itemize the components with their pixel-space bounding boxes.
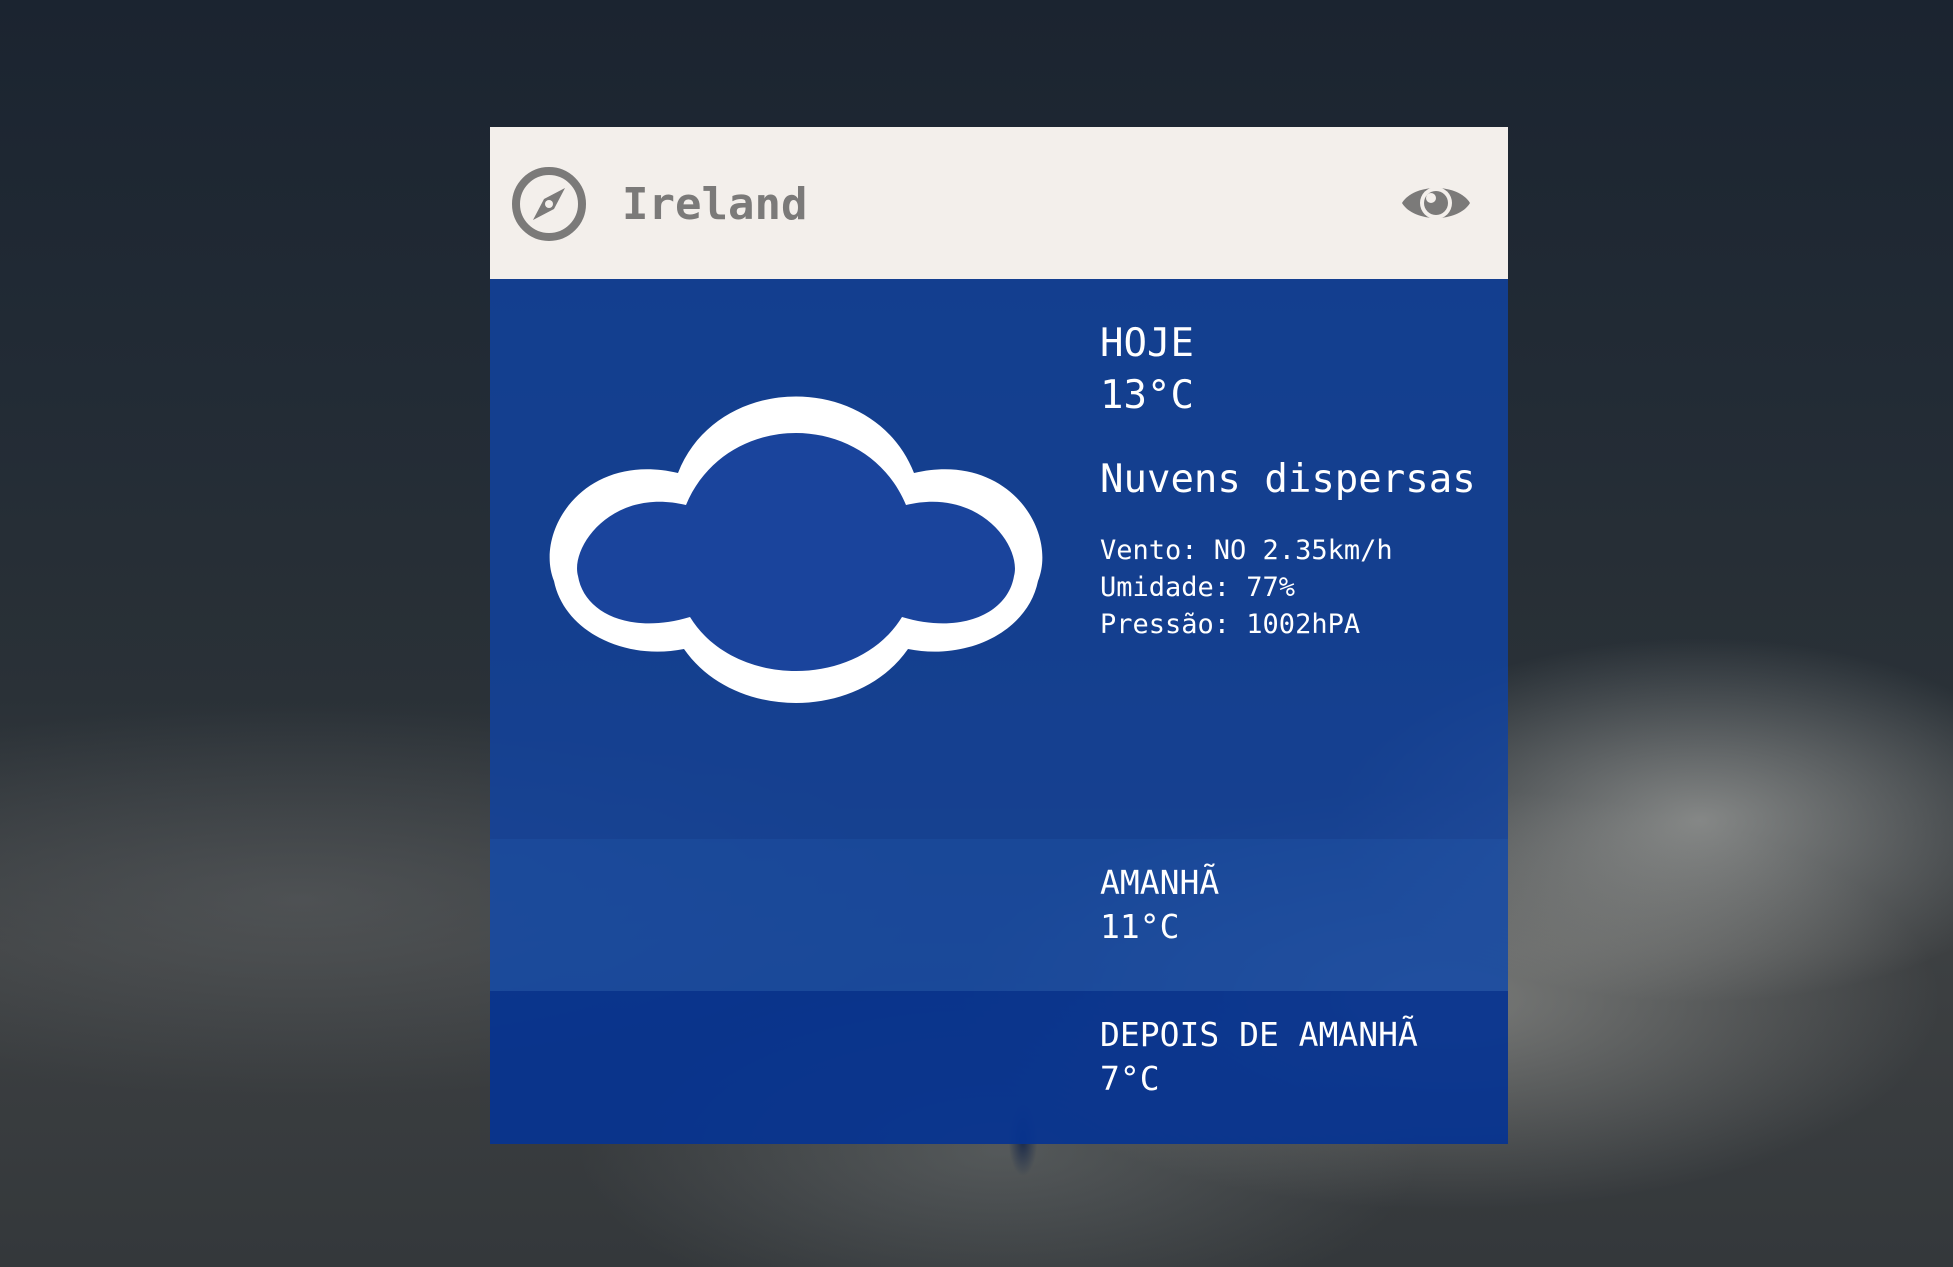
today-temperature: 13°C (1100, 373, 1194, 418)
location-name: Ireland (622, 179, 808, 230)
day-after-forecast: DEPOIS DE AMANHÃ 7°C (490, 991, 1508, 1144)
tomorrow-label: AMANHÃ (1100, 863, 1220, 902)
humidity-info: Umidade: 77% (1100, 572, 1296, 603)
wind-info: Vento: NO 2.35km/h (1100, 535, 1393, 566)
today-label: HOJE (1100, 321, 1194, 366)
day-after-label: DEPOIS DE AMANHÃ (1100, 1015, 1418, 1054)
compass-icon[interactable] (510, 165, 588, 243)
today-forecast: HOJE 13°C Nuvens dispersas Vento: NO 2.3… (490, 279, 1508, 839)
eye-icon[interactable] (1400, 177, 1472, 229)
day-after-temperature: 7°C (1100, 1059, 1160, 1098)
tomorrow-forecast: AMANHÃ 11°C (490, 839, 1508, 991)
widget-header: Ireland (490, 127, 1508, 279)
weather-widget: Ireland HOJE 13°C Nuvens dispersas Vento… (490, 127, 1508, 1144)
tomorrow-temperature: 11°C (1100, 907, 1180, 946)
pressure-info: Pressão: 1002hPA (1100, 609, 1361, 640)
cloud-icon (549, 396, 1043, 703)
today-condition: Nuvens dispersas (1100, 457, 1476, 502)
